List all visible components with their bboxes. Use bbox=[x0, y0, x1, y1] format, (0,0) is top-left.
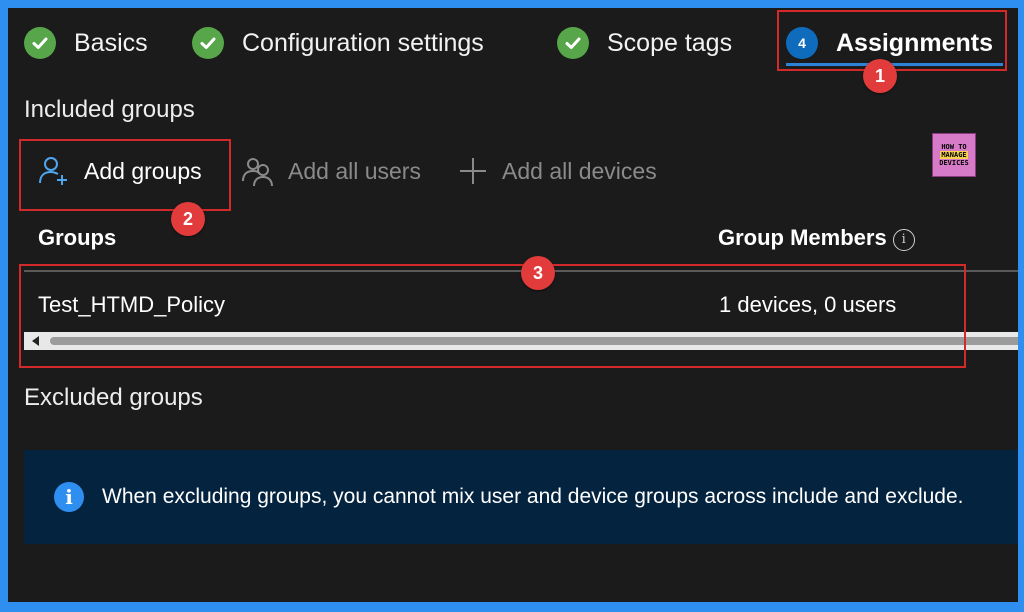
callout-badge-3: 3 bbox=[521, 256, 555, 290]
tab-basics[interactable]: Basics bbox=[24, 22, 148, 64]
checkmark-icon bbox=[557, 27, 589, 59]
tab-label: Scope tags bbox=[607, 28, 733, 57]
callout-box-add-groups bbox=[19, 139, 231, 211]
callout-box-assignments bbox=[777, 10, 1007, 71]
add-all-devices-button[interactable]: Add all devices bbox=[458, 151, 657, 191]
callout-badge-2: 2 bbox=[171, 202, 205, 236]
add-all-devices-label: Add all devices bbox=[502, 157, 657, 184]
htmd-logo: HOW TO MANAGE DEVICES bbox=[932, 133, 976, 177]
column-header-group-members[interactable]: Group Members i bbox=[718, 225, 915, 251]
info-icon: i bbox=[54, 482, 84, 512]
tab-scope-tags[interactable]: Scope tags bbox=[557, 22, 732, 64]
included-groups-title: Included groups bbox=[24, 96, 195, 123]
callout-box-group-row bbox=[19, 264, 966, 368]
add-all-users-button[interactable]: Add all users bbox=[242, 151, 421, 191]
tab-configuration-settings[interactable]: Configuration settings bbox=[192, 22, 484, 64]
info-icon[interactable]: i bbox=[892, 228, 915, 251]
callout-badge-1: 1 bbox=[863, 59, 897, 93]
add-all-users-label: Add all users bbox=[288, 157, 421, 184]
tab-label: Basics bbox=[74, 28, 148, 57]
info-banner-text: When excluding groups, you cannot mix us… bbox=[102, 485, 964, 508]
column-header-groups[interactable]: Groups bbox=[38, 225, 116, 251]
plus-icon bbox=[458, 156, 488, 186]
info-banner: i When excluding groups, you cannot mix … bbox=[24, 450, 1018, 544]
excluded-groups-title: Excluded groups bbox=[24, 384, 203, 411]
users-icon bbox=[242, 155, 274, 187]
tab-label: Configuration settings bbox=[242, 28, 484, 57]
assignments-page: Basics Configuration settings Scope tags… bbox=[8, 8, 1018, 602]
checkmark-icon bbox=[192, 27, 224, 59]
checkmark-icon bbox=[24, 27, 56, 59]
